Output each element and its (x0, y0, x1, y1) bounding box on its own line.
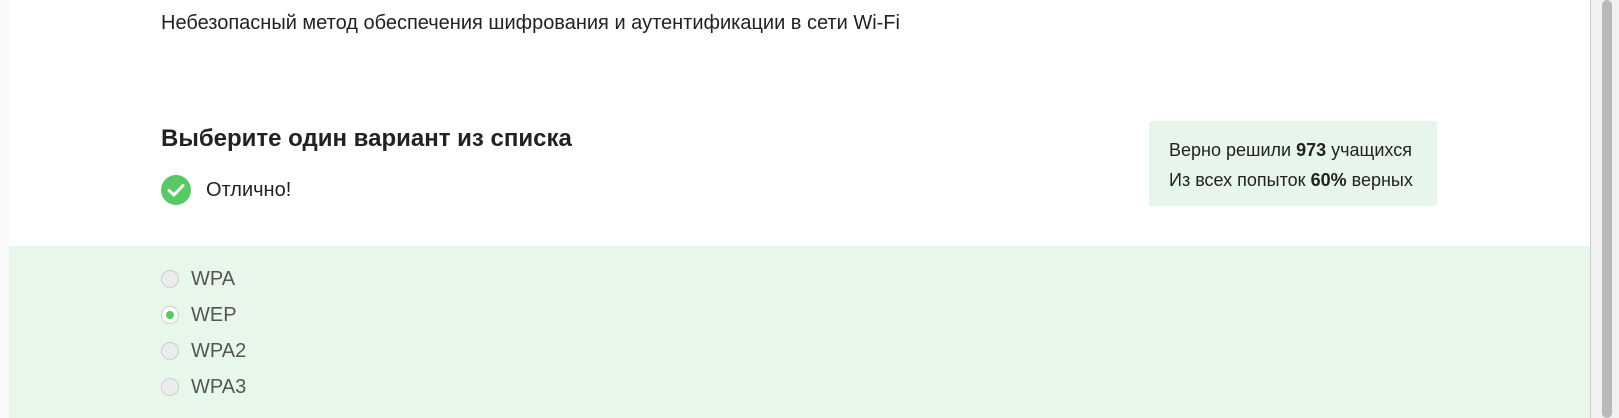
stats-box: Верно решили 973 учащихся Из всех попыто… (1149, 121, 1437, 206)
option-wpa[interactable]: WPA (161, 266, 235, 292)
stats-solved-count: 973 (1296, 140, 1327, 160)
option-wpa3[interactable]: WPA3 (161, 374, 246, 400)
stats-solved-suffix: учащихся (1331, 140, 1412, 160)
radio-button-wpa2[interactable] (161, 342, 179, 360)
stats-solved-line: Верно решили 973 учащихся (1169, 135, 1437, 165)
question-text: Небезопасный метод обеспечения шифровани… (161, 12, 900, 34)
radio-button-wpa[interactable] (161, 270, 179, 288)
radio-selected-dot (166, 311, 174, 319)
radio-button-wpa3[interactable] (161, 378, 179, 396)
option-label-wpa[interactable]: WPA (191, 268, 235, 291)
radio-button-wep-selected[interactable] (161, 306, 179, 324)
scrollbar-thumb[interactable] (1602, 0, 1612, 418)
answer-options-panel: WPA WEP WPA2 WPA3 (9, 246, 1590, 418)
option-label-wpa2[interactable]: WPA2 (191, 340, 246, 363)
option-label-wpa3[interactable]: WPA3 (191, 376, 246, 399)
stats-attempts-line: Из всех попыток 60% верных (1169, 165, 1437, 195)
option-wep[interactable]: WEP (161, 302, 237, 328)
stats-percent-correct: 60% (1310, 170, 1347, 190)
page-left-edge (0, 0, 9, 418)
instruction-heading: Выберите один вариант из списка (161, 125, 572, 152)
option-wpa2[interactable]: WPA2 (161, 338, 246, 364)
stats-solved-prefix: Верно решили (1169, 140, 1292, 160)
check-circle-icon (161, 175, 191, 205)
result-text: Отлично! (206, 178, 292, 201)
option-label-wep[interactable]: WEP (191, 304, 237, 327)
result-feedback: Отлично! (161, 175, 291, 205)
stats-attempts-prefix: Из всех попыток (1169, 170, 1306, 190)
stats-attempts-suffix: верных (1351, 170, 1413, 190)
